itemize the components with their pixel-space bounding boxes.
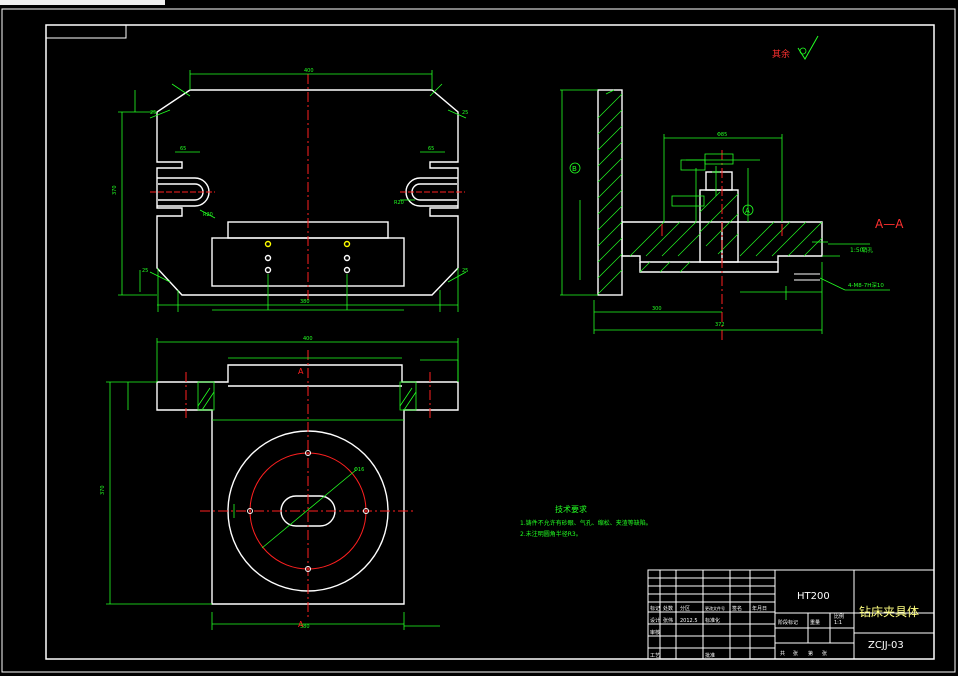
stage-label: 阶段标记 (778, 619, 798, 626)
front-view-centerlines (185, 350, 431, 620)
row0-c6: 年月日 (752, 605, 767, 612)
dim-r20-left: R20 (203, 212, 213, 218)
surface-finish-symbol (797, 35, 819, 60)
sheet-label-4: 张 (822, 650, 827, 657)
section-hatch (597, 89, 823, 295)
row1-c4: 标准化 (705, 617, 720, 624)
tech-req-line-2: 2.未注明圆角半径R3。 (520, 530, 582, 538)
dim-c25-bl: 25 (142, 268, 148, 274)
section-dimensions (560, 89, 890, 334)
row0-c3: 分区 (680, 605, 690, 612)
row1-c1: 设计 (650, 617, 660, 624)
view-marker-a-top: A (298, 367, 304, 376)
title-block-text: HT200 钻床夹具体 ZCJJ-03 1:1 阶段标记 重量 比例 共 张 第… (650, 591, 919, 659)
dim-bottom-width: 380 (300, 299, 310, 305)
row0-c4: 更改文件号 (705, 605, 725, 611)
sheet-label-2: 张 (793, 650, 798, 657)
row1-c3: 2012.5 (680, 618, 698, 624)
dim-c25-tl: 25 (150, 110, 156, 116)
datum-a: A (745, 207, 750, 215)
drawing-no-box (45, 24, 127, 39)
dim-c25-br: 25 (462, 268, 468, 274)
top-view-dimensions (118, 70, 467, 312)
row3-c1: 工艺 (650, 653, 660, 659)
outer-frame (1, 8, 956, 673)
row0-c1: 标记 (650, 605, 660, 612)
row3-c4: 批准 (705, 652, 715, 659)
dim-section-top: Φ85 (717, 132, 727, 138)
section-text: A—A 1:50 4-M8-7H深10 销孔 372 300 Φ85 (652, 132, 904, 328)
dim-front-height: 370 (100, 485, 106, 495)
row2-c1: 审核 (650, 629, 660, 636)
dim-top-width: 400 (304, 68, 314, 74)
dim-d-left: 65 (180, 146, 186, 152)
row0-c2: 处数 (663, 605, 673, 612)
row1-c2: 张伟 (663, 617, 673, 624)
row0-c5: 签名 (732, 605, 742, 612)
part-name: 钻床夹具体 (859, 604, 919, 619)
front-view-dim-text: 400 380 370 Φ16 (100, 336, 364, 630)
dim-r20-right: R20 (394, 200, 404, 206)
scale-label: 比例 (834, 613, 844, 620)
scale-value: 1:1 (834, 620, 842, 626)
weight-label: 重量 (810, 619, 820, 626)
tech-req-line-1: 1.铸件不允许有砂眼、气孔、缩松、夹渣等缺陷。 (520, 519, 652, 527)
thread-note: 4-M8-7H深10 (848, 281, 884, 289)
sheet-label-1: 共 (780, 650, 785, 657)
hole-note: 销孔 (862, 246, 874, 254)
drawing-number: ZCJJ-03 (868, 640, 904, 651)
material-label: HT200 (797, 591, 830, 602)
section-label-aa: A—A (875, 217, 904, 231)
surface-note: 其余 (772, 48, 790, 60)
dim-left-height: 370 (112, 185, 118, 195)
cad-drawing: 400 370 380 25 25 25 25 R20 R20 65 65 40… (1, 8, 956, 673)
dim-c25-tr: 25 (462, 110, 468, 116)
front-view-markers: A A (298, 367, 304, 629)
surface-finish-circle-icon (799, 47, 807, 55)
dim-section-sub: 300 (652, 306, 662, 312)
dim-section-length: 372 (715, 322, 725, 328)
section-view (597, 89, 823, 296)
dim-diameter: Φ16 (354, 467, 364, 473)
datum-b: B (572, 165, 577, 173)
tech-req-title: 技术要求 (555, 504, 587, 514)
view-marker-a-bottom: A (298, 620, 304, 629)
diameter-leader (261, 469, 357, 549)
dim-d-right: 65 (428, 146, 434, 152)
dim-front-width: 400 (303, 336, 313, 342)
sheet-label-3: 第 (808, 650, 813, 657)
